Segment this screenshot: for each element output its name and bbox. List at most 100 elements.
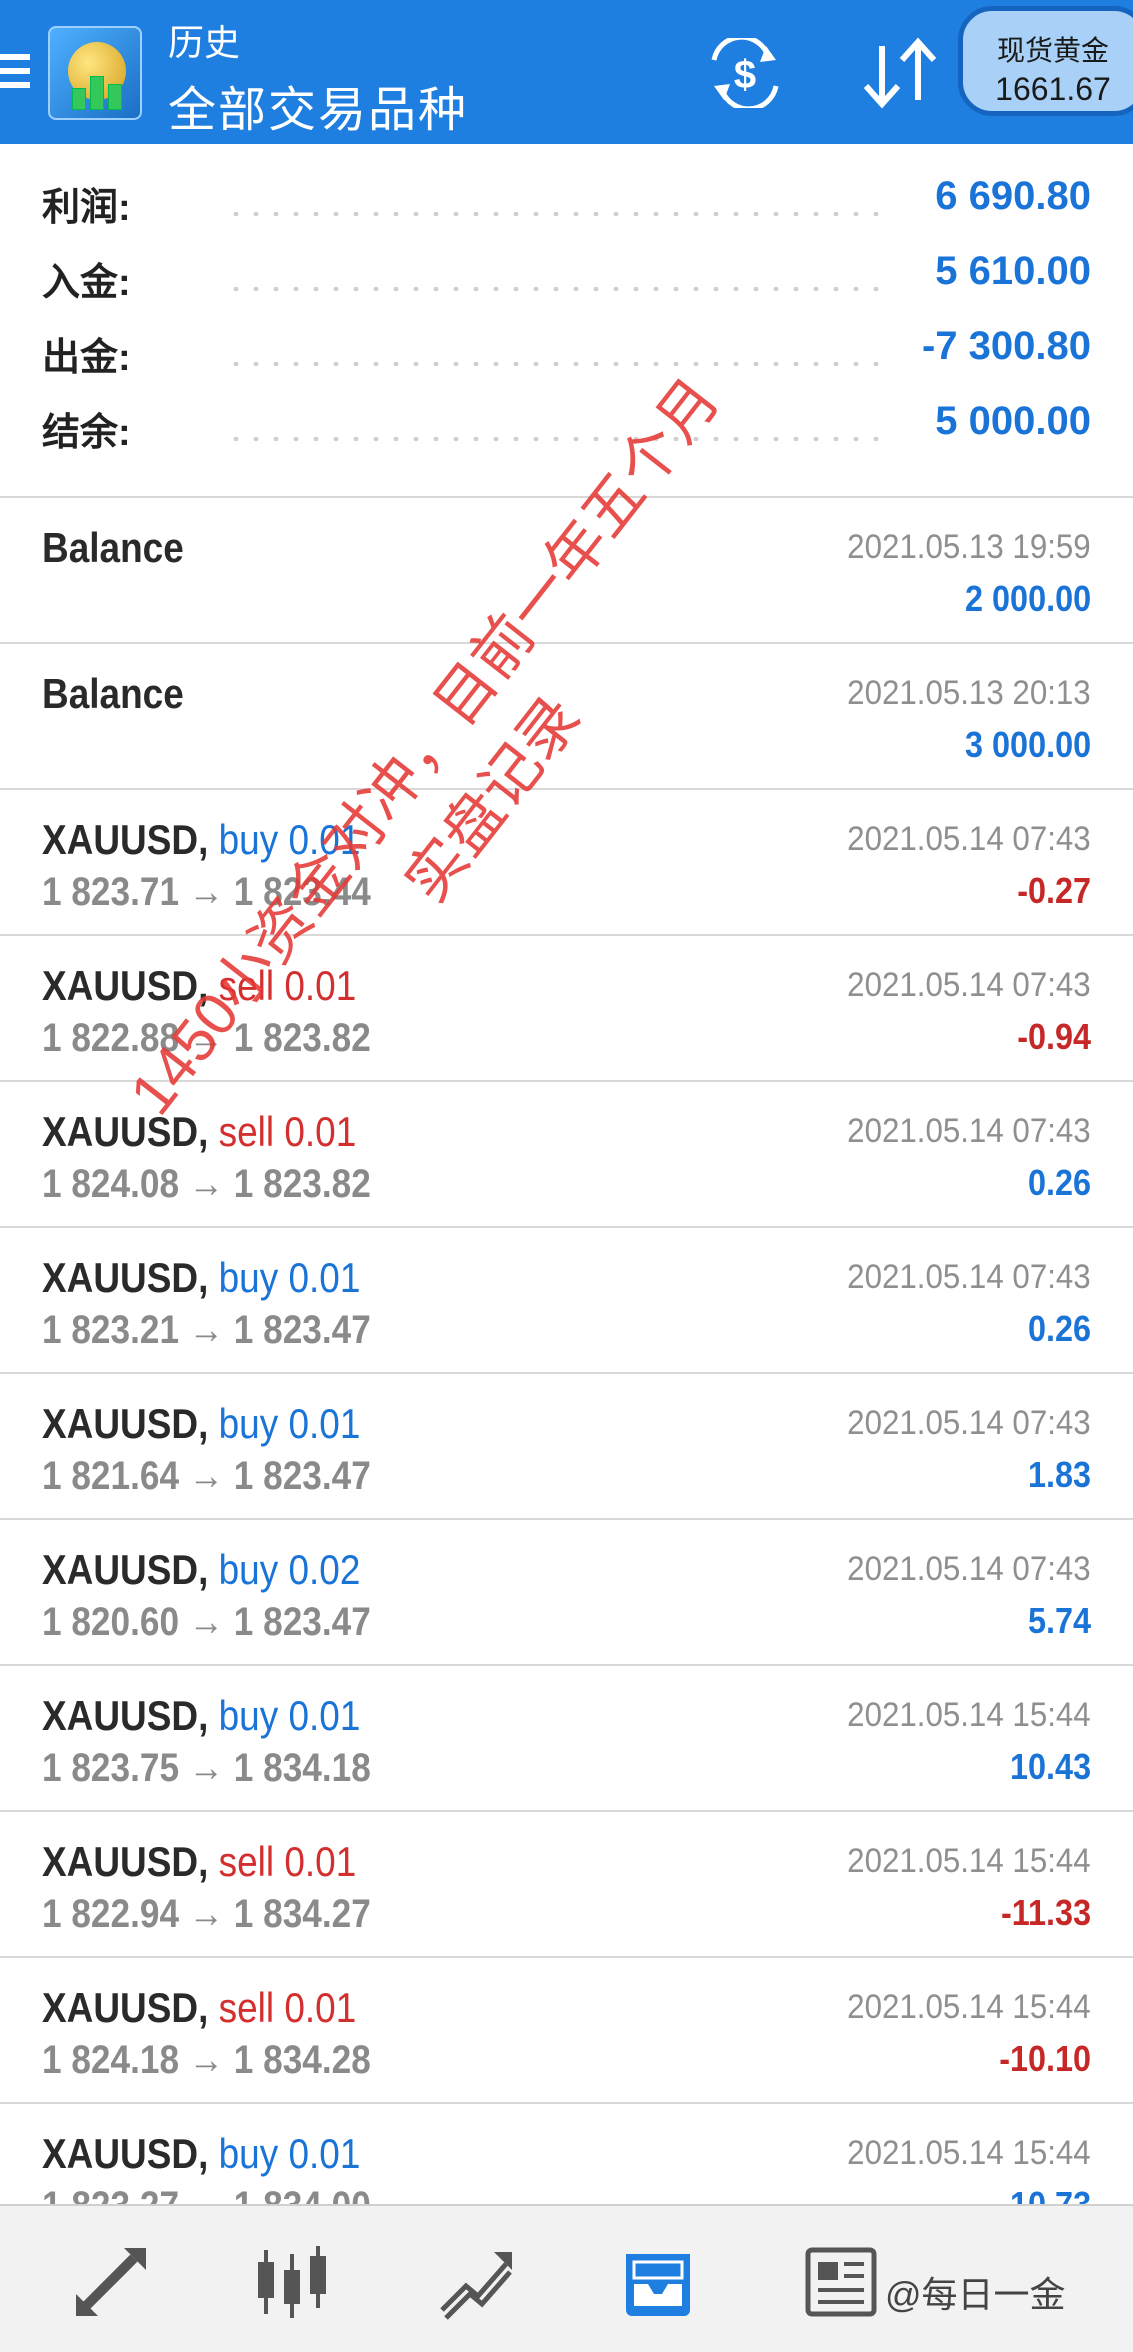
record-lot: 0.01 xyxy=(284,1108,357,1155)
record-title: Balance xyxy=(42,524,184,572)
record-title: XAUUSD, sell 0.01 xyxy=(42,1984,356,2032)
record-profit: 3 000.00 xyxy=(964,724,1091,765)
record-title: XAUUSD, buy 0.01 xyxy=(42,2130,360,2178)
history-list: Balance 2021.05.13 19:59 2 000.00 Balance 20… xyxy=(0,498,1133,2250)
record-title: Balance xyxy=(42,670,184,718)
record-side: sell xyxy=(218,1108,275,1155)
summary-label: 结余: xyxy=(42,412,131,454)
history-row[interactable]: XAUUSD, sell 0.01 1 822.88 → 1 823.82 2021… xyxy=(0,936,1133,1082)
record-title: XAUUSD, buy 0.01 xyxy=(42,816,360,864)
record-side: buy xyxy=(218,1254,279,1301)
summary-row-balance: 结余: 5 000.00 xyxy=(0,393,1133,468)
summary-label: 入金: xyxy=(42,262,131,304)
history-row[interactable]: XAUUSD, sell 0.01 1 824.18 → 1 834.28 2021… xyxy=(0,1958,1133,2104)
record-symbol: XAUUSD, xyxy=(42,1254,209,1301)
dot-leader xyxy=(226,212,883,216)
record-title: XAUUSD, buy 0.01 xyxy=(42,1400,360,1448)
symbol-filter[interactable]: 全部交易品种 xyxy=(168,70,468,140)
record-side: buy xyxy=(218,816,279,863)
record-lot: 0.01 xyxy=(284,1984,357,2031)
record-lot: 0.01 xyxy=(288,1254,361,1301)
app-logo xyxy=(48,26,142,120)
record-time: 2021.05.14 07:43 xyxy=(847,1258,1091,1296)
footer-credit: @每日一金 xyxy=(885,2274,1066,2315)
history-row[interactable]: Balance 2021.05.13 20:13 3 000.00 xyxy=(0,644,1133,790)
record-symbol: XAUUSD, xyxy=(42,1400,209,1447)
record-time: 2021.05.14 07:43 xyxy=(847,820,1091,858)
summary-label: 出金: xyxy=(42,337,131,379)
history-row[interactable]: Balance 2021.05.13 19:59 2 000.00 xyxy=(0,498,1133,644)
record-time: 2021.05.14 07:43 xyxy=(847,1404,1091,1442)
summary-label: 利润: xyxy=(42,187,131,229)
history-icon[interactable] xyxy=(618,2244,698,2320)
record-time: 2021.05.13 20:13 xyxy=(847,674,1091,712)
history-row[interactable]: XAUUSD, sell 0.01 1 824.08 → 1 823.82 2021… xyxy=(0,1082,1133,1228)
record-symbol: Balance xyxy=(42,670,184,717)
history-row[interactable]: XAUUSD, buy 0.01 1 823.21 → 1 823.47 2021.… xyxy=(0,1228,1133,1374)
history-row[interactable]: XAUUSD, buy 0.01 1 823.75 → 1 834.18 2021.… xyxy=(0,1666,1133,1812)
dot-leader xyxy=(226,362,883,366)
summary-row-withdrawal: 出金: -7 300.80 xyxy=(0,318,1133,393)
summary-row-profit: 利润: 6 690.80 xyxy=(0,168,1133,243)
record-prices: 1 823.71 → 1 823.44 xyxy=(42,870,371,914)
record-symbol: XAUUSD, xyxy=(42,1984,209,2031)
svg-text:$: $ xyxy=(734,53,756,97)
record-profit: 10.43 xyxy=(1009,1746,1091,1787)
record-time: 2021.05.14 15:44 xyxy=(847,1988,1091,2026)
trade-icon[interactable] xyxy=(436,2244,516,2320)
gold-quote-badge[interactable]: 现货黄金 1661.67 xyxy=(958,6,1133,116)
quotes-icon[interactable] xyxy=(72,2244,152,2320)
history-row[interactable]: XAUUSD, sell 0.01 1 822.94 → 1 834.27 2021… xyxy=(0,1812,1133,1958)
record-profit: 0.26 xyxy=(1027,1308,1091,1349)
record-title: XAUUSD, buy 0.02 xyxy=(42,1546,360,1594)
record-lot: 0.01 xyxy=(288,2130,361,2177)
record-side: buy xyxy=(218,1546,279,1593)
history-row[interactable]: XAUUSD, buy 0.02 1 820.60 → 1 823.47 2021.… xyxy=(0,1520,1133,1666)
sort-icon[interactable] xyxy=(858,36,942,110)
quote-value: 1661.67 xyxy=(995,71,1111,107)
record-symbol: XAUUSD, xyxy=(42,1838,209,1885)
record-prices: 1 823.75 → 1 834.18 xyxy=(42,1746,371,1790)
account-summary: 利润: 6 690.80 入金: 5 610.00 出金: -7 300.80 … xyxy=(0,168,1133,468)
record-time: 2021.05.14 07:43 xyxy=(847,966,1091,1004)
record-profit: -0.27 xyxy=(1017,870,1091,911)
record-side: sell xyxy=(218,962,275,1009)
record-profit: -10.10 xyxy=(999,2038,1091,2079)
currency-switch-icon[interactable]: $ xyxy=(700,34,790,112)
record-profit: 1.83 xyxy=(1027,1454,1091,1495)
record-title: XAUUSD, buy 0.01 xyxy=(42,1692,360,1740)
record-lot: 0.02 xyxy=(288,1546,361,1593)
history-row[interactable]: XAUUSD, buy 0.01 1 823.71 → 1 823.44 2021.… xyxy=(0,790,1133,936)
record-lot: 0.01 xyxy=(284,962,357,1009)
record-lot: 0.01 xyxy=(284,1838,357,1885)
record-side: sell xyxy=(218,1984,275,2031)
record-lot: 0.01 xyxy=(288,816,361,863)
record-prices: 1 822.94 → 1 834.27 xyxy=(42,1892,371,1936)
record-time: 2021.05.14 15:44 xyxy=(847,2134,1091,2172)
dot-leader xyxy=(226,287,883,291)
menu-icon[interactable] xyxy=(0,54,30,88)
record-symbol: XAUUSD, xyxy=(42,1692,209,1739)
summary-value: 5 610.00 xyxy=(935,249,1091,293)
record-time: 2021.05.14 15:44 xyxy=(847,1696,1091,1734)
record-prices: 1 820.60 → 1 823.47 xyxy=(42,1600,371,1644)
record-profit: 5.74 xyxy=(1027,1600,1091,1641)
history-row[interactable]: XAUUSD, buy 0.01 1 821.64 → 1 823.47 2021.… xyxy=(0,1374,1133,1520)
record-side: buy xyxy=(218,1692,279,1739)
bottom-navigation: @每日一金 xyxy=(0,2204,1133,2352)
top-app-bar: 历史 全部交易品种 $ 现货黄金 1661.67 xyxy=(0,0,1133,144)
record-side: buy xyxy=(218,2130,279,2177)
record-title: XAUUSD, buy 0.01 xyxy=(42,1254,360,1302)
messages-icon[interactable] xyxy=(800,2244,880,2320)
record-time: 2021.05.14 07:43 xyxy=(847,1550,1091,1588)
record-prices: 1 823.21 → 1 823.47 xyxy=(42,1308,371,1352)
summary-value: -7 300.80 xyxy=(921,324,1091,368)
record-title: XAUUSD, sell 0.01 xyxy=(42,1108,356,1156)
record-lot: 0.01 xyxy=(288,1692,361,1739)
record-symbol: XAUUSD, xyxy=(42,2130,209,2177)
record-profit: -11.33 xyxy=(1000,1892,1091,1933)
chart-candles-icon[interactable] xyxy=(252,2244,332,2320)
quote-label: 现货黄金 xyxy=(996,35,1109,66)
record-profit: 2 000.00 xyxy=(964,578,1091,619)
record-prices: 1 824.08 → 1 823.82 xyxy=(42,1162,371,1206)
